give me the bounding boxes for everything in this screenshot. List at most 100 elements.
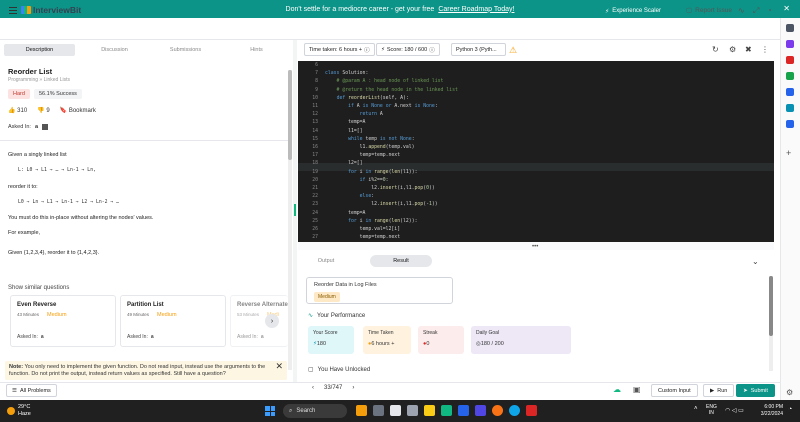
prev-arrow-icon[interactable]: ‹ bbox=[312, 385, 314, 391]
description-line: Given {1,2,3,4}, reorder it to {1,4,2,3}… bbox=[8, 250, 100, 256]
language-indicator[interactable]: ENG IN bbox=[706, 404, 717, 416]
fullscreen-icon[interactable]: ⤢ bbox=[753, 6, 759, 16]
code-line: else: bbox=[359, 194, 375, 200]
all-problems-button[interactable]: ☰ All Problems bbox=[6, 384, 57, 397]
banner-link[interactable]: Career Roadmap Today! bbox=[438, 6, 514, 13]
tab-output[interactable]: Output bbox=[306, 255, 346, 267]
collections-icon[interactable] bbox=[786, 56, 794, 64]
line-number: 7 bbox=[315, 71, 318, 77]
pulse-icon: ∿ bbox=[308, 313, 314, 319]
similar-question-card[interactable]: Reverse Alternate 53 MinutesMedi Asked I… bbox=[230, 295, 288, 347]
more-options-icon[interactable]: ⋮ bbox=[761, 45, 769, 54]
chevron-up-icon[interactable]: ˄ bbox=[694, 406, 698, 412]
close-icon[interactable]: ✕ bbox=[275, 362, 283, 371]
warning-icon[interactable]: ⚠ bbox=[509, 45, 517, 56]
expand-icon[interactable]: ✖ bbox=[745, 45, 752, 54]
settings-icon[interactable]: ⚙ bbox=[786, 388, 793, 397]
app-icon[interactable] bbox=[407, 405, 418, 416]
settings-icon[interactable]: ⚙ bbox=[729, 45, 736, 54]
app-icon[interactable] bbox=[475, 405, 486, 416]
play-icon: ▶ bbox=[710, 387, 715, 394]
app-icon[interactable] bbox=[356, 405, 367, 416]
stat-label: Streak bbox=[423, 330, 438, 336]
dislike-button[interactable]: 👎 9 bbox=[37, 107, 50, 114]
task-view-icon[interactable] bbox=[373, 405, 384, 416]
line-number: 17 bbox=[312, 153, 318, 159]
tab-result[interactable]: Result bbox=[370, 255, 432, 267]
app-icon[interactable] bbox=[526, 405, 537, 416]
code-editor[interactable]: 6 7 class Solution: 8 # @param A : head nod… bbox=[298, 61, 774, 242]
note-box: Note: You only need to implement the giv… bbox=[5, 361, 287, 380]
drag-handle-icon[interactable] bbox=[294, 204, 296, 216]
tools-icon[interactable] bbox=[786, 88, 794, 96]
games-icon[interactable] bbox=[786, 72, 794, 80]
windows-start-icon[interactable] bbox=[265, 406, 275, 416]
office-icon[interactable] bbox=[786, 120, 794, 128]
activity-icon[interactable]: ∿ bbox=[738, 6, 745, 15]
app-icon[interactable] bbox=[441, 405, 452, 416]
hamburger-menu-icon[interactable] bbox=[9, 7, 17, 8]
stat-label: Time Taken bbox=[368, 330, 394, 336]
result-card[interactable]: Reorder Data in Log Files Medium bbox=[306, 277, 453, 304]
weather-temp: 29°C bbox=[18, 404, 31, 410]
tab-discussion[interactable]: Discussion bbox=[79, 42, 150, 58]
app-icon[interactable] bbox=[390, 405, 401, 416]
line-number: 8 bbox=[315, 79, 318, 85]
submit-button[interactable]: ➤ Submit bbox=[736, 384, 775, 397]
chrome-icon[interactable] bbox=[492, 405, 503, 416]
drag-handle-icon[interactable]: ••• bbox=[532, 244, 538, 250]
weather-widget[interactable]: 29°C Haze bbox=[7, 404, 31, 418]
wifi-icon[interactable]: ◠ ◁ ▭ bbox=[725, 407, 744, 414]
report-issue-link[interactable]: ▢ Report Issue bbox=[686, 6, 732, 15]
reactions-row: 👍 310 👎 9 🔖 Bookmark bbox=[8, 107, 96, 114]
cloud-sync-icon[interactable]: ☁ bbox=[613, 385, 621, 394]
line-number: 26 bbox=[312, 227, 318, 232]
card-title: Even Reverse bbox=[17, 302, 57, 308]
similar-questions-title[interactable]: Show similar questions bbox=[8, 285, 69, 291]
run-button[interactable]: ▶ Run bbox=[703, 384, 735, 397]
taskbar-search[interactable]: ⌕ Search bbox=[283, 404, 347, 418]
tab-hints[interactable]: Hints bbox=[221, 42, 292, 58]
search-icon[interactable] bbox=[786, 24, 794, 32]
example-line: L: L0 → L1 → … → Ln-1 → Ln, bbox=[18, 168, 96, 173]
add-icon[interactable]: + bbox=[786, 148, 791, 158]
clock-time: 6:00 PM bbox=[764, 404, 783, 410]
file-explorer-icon[interactable] bbox=[424, 405, 435, 416]
unlocked-title: You Have Unlocked bbox=[317, 366, 371, 373]
output-tabs: Output Result bbox=[298, 255, 768, 269]
score-pill[interactable]: ⚡ Score: 180 / 600 ⓘ bbox=[376, 43, 440, 56]
app-icon[interactable] bbox=[458, 405, 469, 416]
tab-description[interactable]: Description bbox=[4, 44, 75, 56]
card-time: 43 Minutes bbox=[17, 312, 40, 317]
result-scrollbar[interactable] bbox=[769, 276, 773, 371]
tab-submissions[interactable]: Submissions bbox=[150, 42, 221, 58]
outlook-icon[interactable] bbox=[786, 104, 794, 112]
similar-question-card[interactable]: Even Reverse 43 Minutes Medium Asked In: a bbox=[10, 295, 116, 347]
left-scrollbar[interactable] bbox=[288, 70, 292, 370]
promo-banner: Don't settle for a mediocre career - get… bbox=[0, 0, 800, 18]
performance-title: Your Performance bbox=[317, 312, 366, 319]
clock[interactable]: 6:00 PM 3/22/2024 bbox=[758, 404, 783, 418]
line-number: 9 bbox=[315, 87, 318, 93]
console-icon[interactable]: ▣ bbox=[633, 385, 641, 394]
like-button[interactable]: 👍 310 bbox=[8, 107, 27, 114]
line-number: 25 bbox=[312, 218, 318, 224]
language-select[interactable]: Python 3 (Pyth... bbox=[451, 43, 506, 56]
next-arrow-icon[interactable]: › bbox=[352, 385, 354, 391]
logo-text: InterviewBit bbox=[33, 5, 82, 15]
custom-input-button[interactable]: Custom Input bbox=[651, 384, 698, 397]
next-arrow-icon[interactable]: › bbox=[265, 314, 279, 328]
chevron-down-icon[interactable]: ⌄ bbox=[752, 257, 759, 266]
notification-icon[interactable]: ◔ bbox=[788, 406, 792, 413]
copilot-icon[interactable] bbox=[786, 40, 794, 48]
close-icon[interactable]: ✕ bbox=[783, 4, 790, 13]
edge-icon[interactable] bbox=[509, 405, 520, 416]
breadcrumb[interactable]: Programming » Linked Lists bbox=[8, 77, 70, 83]
notification-bell-icon[interactable]: ◔ bbox=[767, 6, 772, 15]
similar-question-card[interactable]: Partition List 49 Minutes Medium Asked In… bbox=[120, 295, 226, 347]
experience-scaler-button[interactable]: ⚡ Experience Scaler bbox=[600, 4, 666, 18]
bookmark-button[interactable]: 🔖 Bookmark bbox=[60, 107, 96, 114]
reset-icon[interactable]: ↻ bbox=[712, 45, 719, 54]
time-taken-pill[interactable]: Time taken: 6 hours + ⓘ bbox=[304, 43, 375, 56]
interviewbit-logo[interactable]: InterviewBit bbox=[21, 5, 81, 15]
